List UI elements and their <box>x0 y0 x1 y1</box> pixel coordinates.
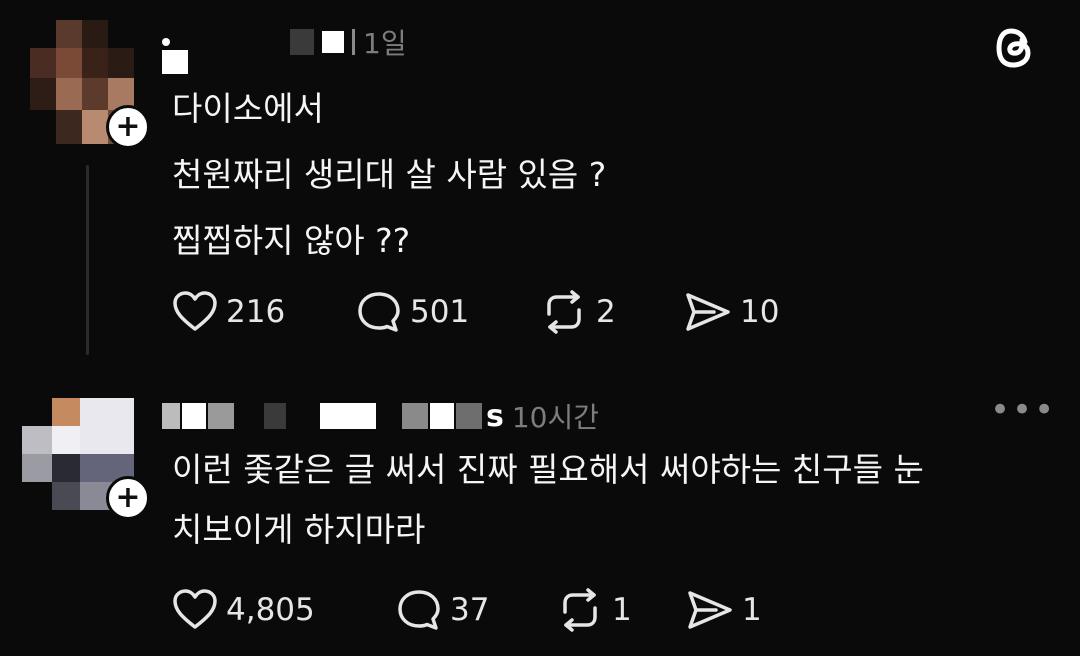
share-button[interactable]: 10 <box>684 291 779 333</box>
username-visible: s <box>486 398 504 434</box>
thread-connector-line <box>86 165 89 355</box>
threads-logo-icon[interactable] <box>995 26 1037 70</box>
comment-bubble-icon <box>358 292 400 332</box>
post-text-line: 이런 좇같은 글 써서 진짜 필요해서 써야하는 친구들 눈 <box>172 450 924 489</box>
post-text-line: 천원짜리 생리대 살 사람 있음 ? <box>172 155 607 194</box>
post-actions: 216 501 2 10 <box>172 290 779 334</box>
post-body: 이런 좇같은 글 써서 진짜 필요해서 써야하는 친구들 눈 치보이게 하지마라 <box>172 440 924 560</box>
comment-count: 501 <box>410 294 470 330</box>
like-count: 4,805 <box>226 592 315 628</box>
post-2: + s 10시간 ••• 이런 좇같은 글 써서 진짜 필요해서 써야하는 친구… <box>0 380 1080 656</box>
follow-plus-icon[interactable]: + <box>106 476 150 520</box>
username-redacted[interactable]: 1일 <box>162 22 407 62</box>
like-button[interactable]: 216 <box>172 291 356 333</box>
username-redacted[interactable]: s 10시간 <box>162 396 599 436</box>
like-count: 216 <box>226 294 286 330</box>
repost-count: 2 <box>596 294 616 330</box>
share-send-icon <box>688 591 732 629</box>
heart-icon <box>173 589 217 629</box>
share-send-icon <box>686 293 730 331</box>
repost-icon <box>547 290 581 334</box>
comment-count: 37 <box>450 592 490 628</box>
username-redacted-fragment <box>162 50 188 74</box>
share-button[interactable]: 1 <box>686 589 762 631</box>
share-count: 1 <box>742 592 762 628</box>
comment-bubble-icon <box>398 590 440 630</box>
repost-button[interactable]: 2 <box>540 290 684 334</box>
repost-icon <box>563 588 597 632</box>
post-actions: 4,805 37 1 1 <box>172 588 762 632</box>
post-timestamp: 1일 <box>363 27 407 60</box>
post-text-line: 다이소에서 <box>172 89 324 128</box>
post-timestamp: 10시간 <box>511 401 600 434</box>
follow-plus-icon[interactable]: + <box>106 105 150 149</box>
post-text-line: 찝찝하지 않아 ?? <box>172 221 411 260</box>
post-1: + 1일 다이소에서 천원짜리 생리대 살 사람 있음 ? 찝찝하지 않아 ??… <box>0 0 1080 380</box>
like-button[interactable]: 4,805 <box>172 589 396 631</box>
comment-button[interactable]: 37 <box>396 588 556 632</box>
post-body: 다이소에서 천원짜리 생리대 살 사람 있음 ? 찝찝하지 않아 ?? <box>172 76 606 274</box>
comment-button[interactable]: 501 <box>356 290 540 334</box>
repost-count: 1 <box>612 592 632 628</box>
more-horizontal-icon[interactable]: ••• <box>990 390 1056 430</box>
heart-icon <box>173 291 217 331</box>
repost-button[interactable]: 1 <box>556 588 686 632</box>
share-count: 10 <box>740 294 780 330</box>
post-text-line: 치보이게 하지마라 <box>172 510 426 549</box>
